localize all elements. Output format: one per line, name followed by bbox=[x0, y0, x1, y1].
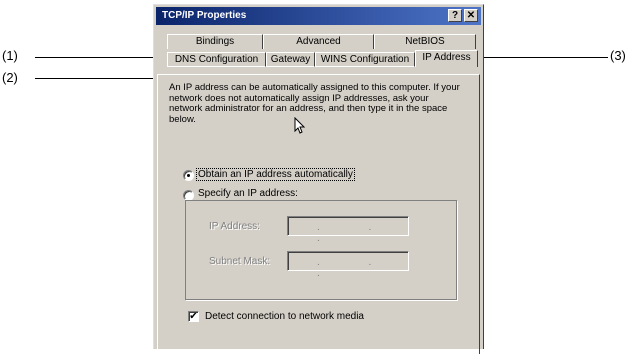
radio-selected-dot bbox=[187, 174, 190, 177]
specify-ip-groupbox bbox=[185, 200, 457, 300]
callout-1: (1) bbox=[2, 48, 18, 63]
specify-ip-label[interactable]: Specify an IP address: bbox=[196, 188, 300, 199]
tab-ip-address[interactable]: IP Address bbox=[415, 50, 478, 67]
ip-address-dots: . . . bbox=[317, 222, 395, 244]
ip-description: An IP address can be automatically assig… bbox=[169, 82, 460, 125]
ip-address-label: IP Address: bbox=[209, 221, 260, 232]
detect-connection-label[interactable]: Detect connection to network media bbox=[205, 311, 364, 322]
obtain-ip-radio[interactable] bbox=[183, 170, 194, 181]
tab-advanced[interactable]: Advanced bbox=[263, 34, 374, 49]
subnet-mask-field[interactable]: . . . bbox=[287, 251, 409, 279]
tab-netbios[interactable]: NetBIOS bbox=[374, 34, 476, 49]
mouse-cursor-icon bbox=[294, 117, 306, 134]
subnet-mask-dots: . . . bbox=[317, 257, 395, 279]
close-button[interactable]: ✕ bbox=[464, 9, 478, 22]
callout-2: (2) bbox=[2, 70, 18, 85]
subnet-mask-label: Subnet Mask: bbox=[209, 256, 271, 267]
dialog-title: TCP/IP Properties bbox=[162, 10, 247, 21]
tab-gateway[interactable]: Gateway bbox=[266, 52, 315, 67]
obtain-ip-label[interactable]: Obtain an IP address automatically bbox=[196, 168, 355, 181]
help-button[interactable]: ? bbox=[448, 9, 462, 22]
tab-wins-configuration[interactable]: WINS Configuration bbox=[315, 52, 415, 67]
ip-address-field[interactable]: . . . bbox=[287, 216, 409, 244]
tab-dns-configuration[interactable]: DNS Configuration bbox=[167, 52, 266, 67]
callout-3: (3) bbox=[610, 48, 626, 63]
title-bar[interactable]: TCP/IP Properties ? ✕ bbox=[156, 7, 481, 25]
detect-connection-checkbox[interactable]: ✔ bbox=[188, 311, 199, 322]
tab-bindings[interactable]: Bindings bbox=[167, 34, 263, 49]
